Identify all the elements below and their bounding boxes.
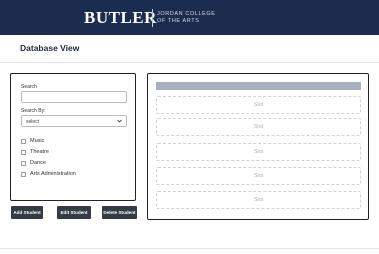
slot-label: Slot <box>253 102 264 108</box>
delete-student-button[interactable]: Delete Student <box>102 206 137 219</box>
search-label: Search <box>21 84 37 90</box>
brand-subtitle-line1: JORDAN COLLEGE <box>157 11 216 17</box>
edit-student-button[interactable]: Edit Student <box>57 206 91 219</box>
checkbox-label: Dance <box>30 160 46 166</box>
results-panel: Slot Slot Slot Slot Slot <box>147 73 369 220</box>
result-slot[interactable]: Slot <box>156 118 361 136</box>
search-by-value: select <box>26 119 40 125</box>
checkbox-label: Music <box>30 138 45 144</box>
result-slot[interactable]: Slot <box>156 143 361 161</box>
checkbox-box[interactable] <box>21 172 26 177</box>
add-student-button[interactable]: Add Student <box>11 206 43 219</box>
slot-label: Slot <box>253 124 264 130</box>
checkbox-box[interactable] <box>21 139 26 144</box>
footer-divider <box>0 248 379 249</box>
brand-subtitle: JORDAN COLLEGE of the ARTS <box>157 11 216 25</box>
checkbox-box[interactable] <box>21 161 26 166</box>
result-slot[interactable]: Slot <box>156 96 361 114</box>
result-slot[interactable]: Slot <box>156 191 361 209</box>
brand-divider <box>152 9 153 27</box>
checkbox-box[interactable] <box>21 150 26 155</box>
page-title: Database View <box>20 43 80 53</box>
slot-label: Slot <box>253 149 264 155</box>
checkbox-label: Theatre <box>30 149 49 155</box>
chevron-down-icon <box>117 119 122 123</box>
filter-panel: Search Search By: select Music Theatre D… <box>10 73 136 201</box>
slot-label: Slot <box>253 173 264 179</box>
top-header: BUTLER JORDAN COLLEGE of the ARTS <box>0 0 379 35</box>
search-by-select[interactable]: select <box>21 115 127 127</box>
checkbox-label: Arts Administration <box>30 171 76 177</box>
results-header-bar <box>156 82 361 90</box>
slot-label: Slot <box>253 197 264 203</box>
result-slot[interactable]: Slot <box>156 167 361 185</box>
search-input[interactable] <box>21 91 127 103</box>
title-divider <box>0 62 379 63</box>
search-by-label: Search By: <box>21 108 46 114</box>
brand-subtitle-line2: of the ARTS <box>157 18 200 24</box>
brand-logo: BUTLER <box>84 8 157 27</box>
